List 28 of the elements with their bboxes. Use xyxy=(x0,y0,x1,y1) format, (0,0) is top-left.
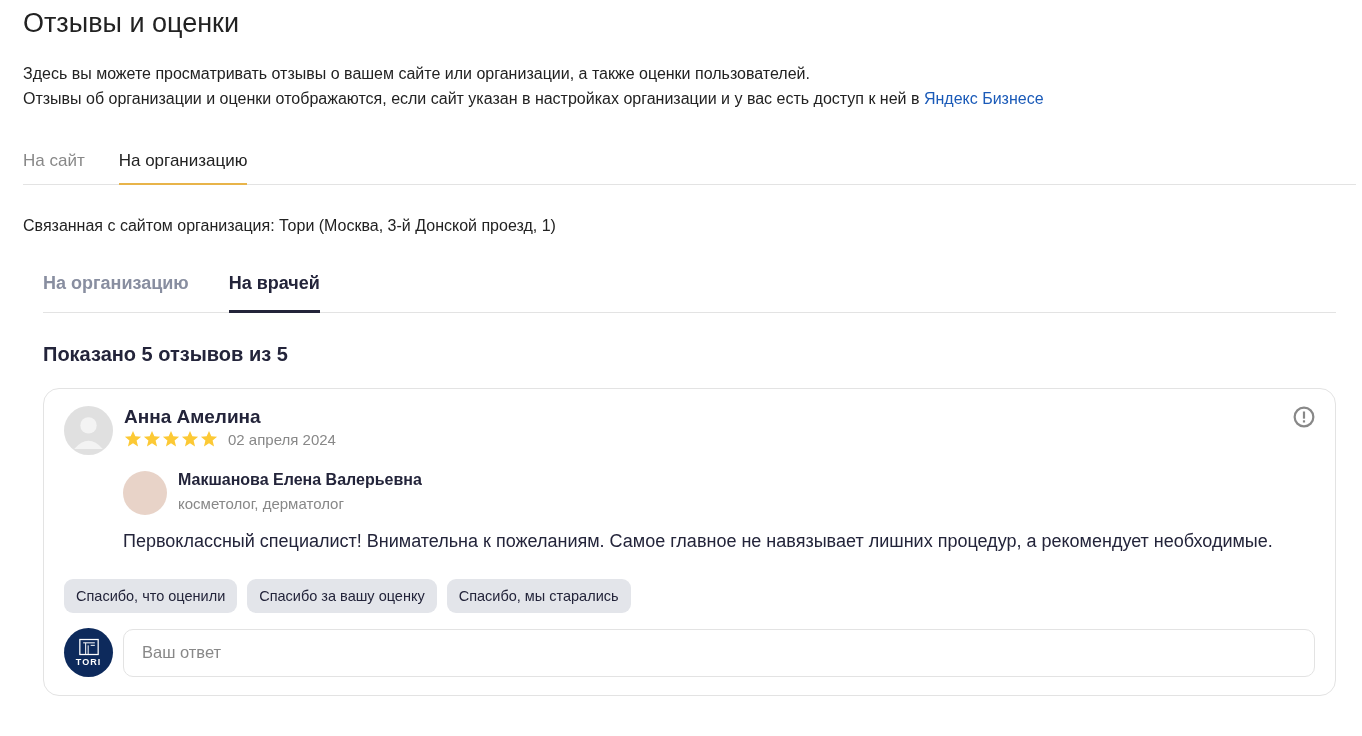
page-title: Отзывы и оценки xyxy=(23,8,240,39)
doctor-name: Макшанова Елена Валерьевна xyxy=(178,471,422,489)
logo-text: TORI xyxy=(75,658,102,667)
avatar-silhouette xyxy=(64,406,113,455)
quick-reply-button[interactable]: Спасибо за вашу оценку xyxy=(247,579,437,613)
review-text: Первоклассный специалист! Внимательна к пожеланиям. Самое главное не навязывает лишних процедур, а рекомендует необходимые. xyxy=(123,530,1273,553)
summary-heading: Показано 5 отзывов из 5 xyxy=(43,343,289,366)
tab[interactable]: На сайт xyxy=(23,139,85,185)
star-icon xyxy=(143,430,161,448)
review-date: 02 апреля 2024 xyxy=(228,430,336,448)
quick-reply-button[interactable]: Спасибо, мы старались xyxy=(446,579,631,613)
answer-field[interactable]: Ваш ответ xyxy=(123,628,1315,677)
author-name: Анна Амелина xyxy=(124,406,262,428)
tab[interactable]: На организацию xyxy=(118,139,248,185)
doctor-specialty: косметолог, дерматолог xyxy=(178,495,345,512)
star-icon xyxy=(124,430,142,448)
star-icon xyxy=(162,430,180,448)
photo-placeholder xyxy=(123,471,167,515)
quick-reply-button[interactable]: Спасибо, что оценили xyxy=(64,579,238,613)
tab[interactable]: На врачей xyxy=(228,263,320,313)
star-icon xyxy=(200,430,218,448)
description-text: Здесь вы можете просматривать отзывы о вашем сайте или организации, а также оценки пользователей. xyxy=(23,64,811,84)
warning-icon[interactable] xyxy=(1293,406,1315,428)
organization-text: Связанная с сайтом организация: Тори (Москва, 3-й Донской проезд, 1) xyxy=(23,217,557,235)
star-icon xyxy=(181,430,199,448)
description-text: Отзывы об организации и оценки отображаются, если сайт указан в настройках организации и у вас есть доступ к ней в Яндекс Бизнесе xyxy=(23,89,1045,109)
business-link[interactable]: Яндекс Бизнесе xyxy=(923,90,1044,107)
logo-icon xyxy=(78,638,99,656)
